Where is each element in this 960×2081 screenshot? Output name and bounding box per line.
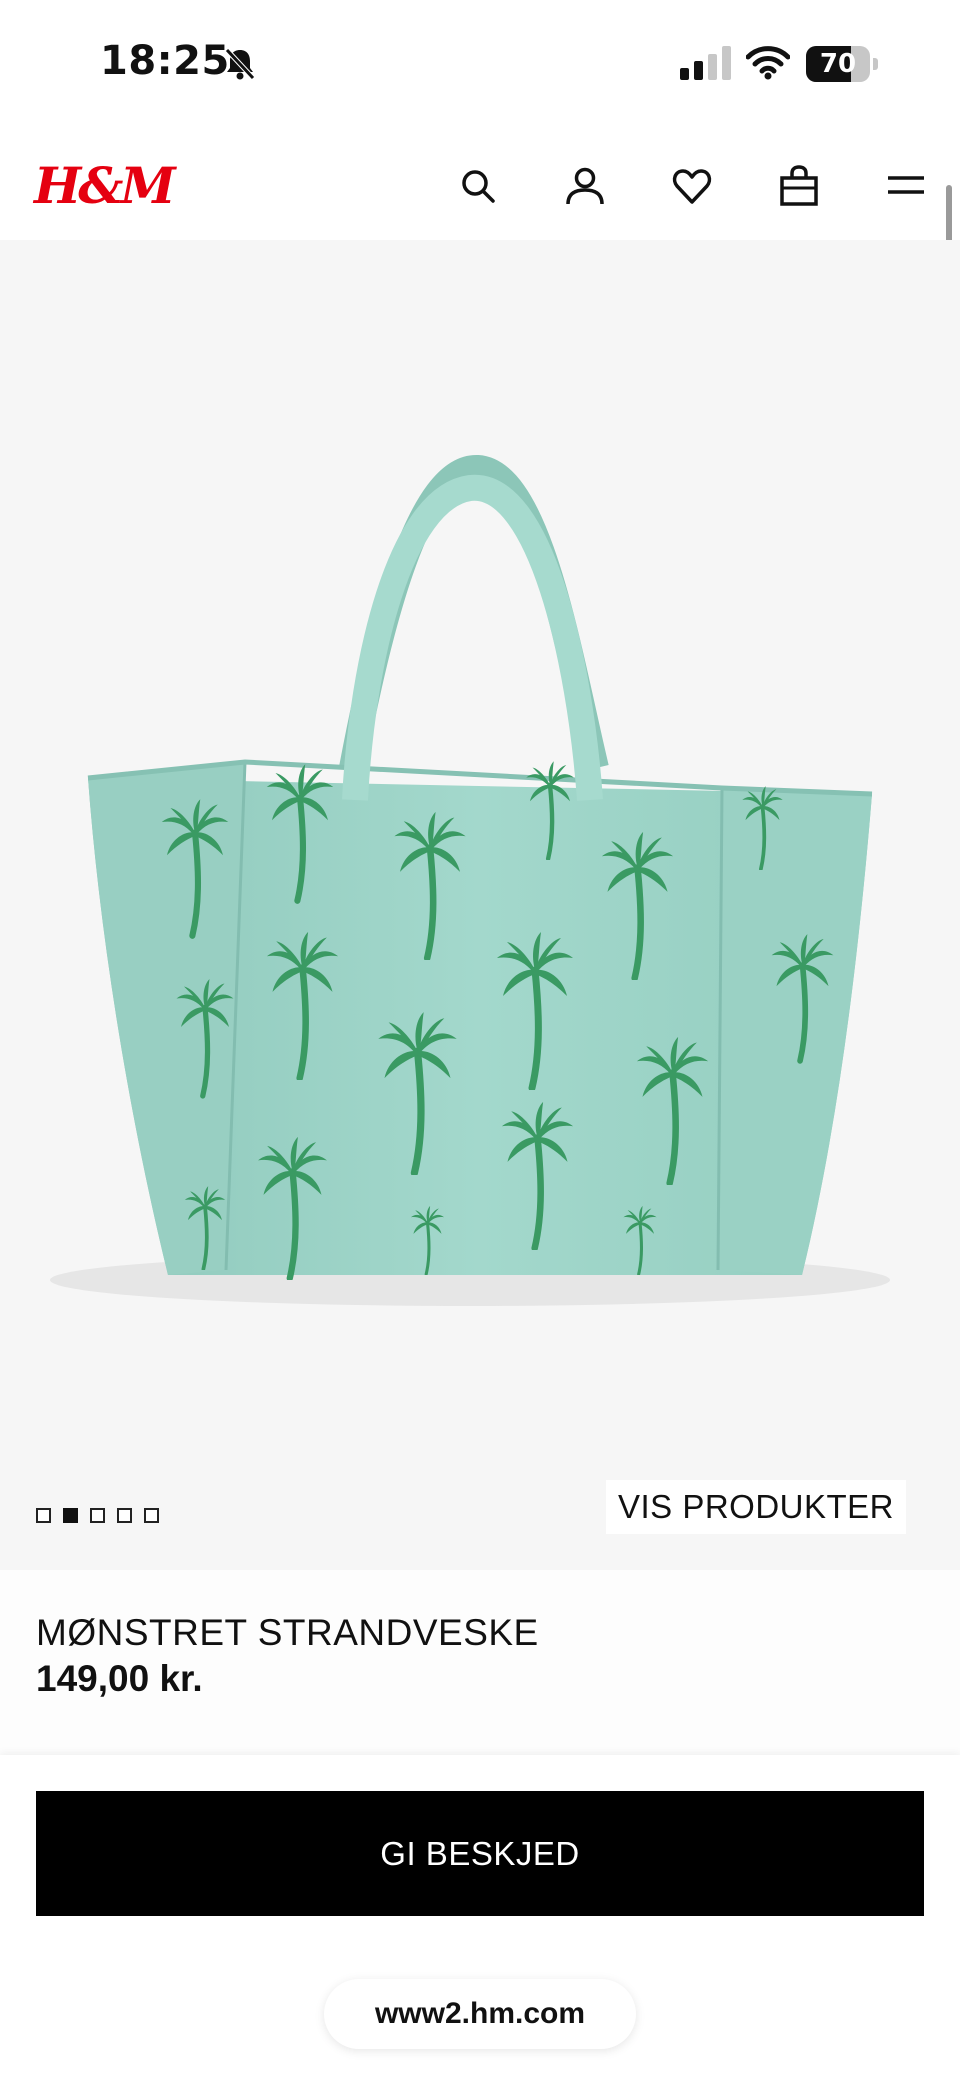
account-icon[interactable]: [563, 164, 607, 208]
gallery-dot[interactable]: [36, 1508, 51, 1523]
bag-icon[interactable]: [777, 164, 821, 208]
gallery-dot[interactable]: [90, 1508, 105, 1523]
gallery-dot-active[interactable]: [63, 1508, 78, 1523]
status-time: 18:25: [100, 38, 230, 84]
wifi-icon: [746, 46, 790, 80]
view-products-button[interactable]: VIS PRODUKTER: [606, 1480, 906, 1534]
gallery-pagination: [36, 1508, 159, 1523]
signal-icon: [680, 46, 731, 80]
bell-slash-icon: [225, 48, 255, 80]
sticky-action-bar: GI BESKJED www2.hm.com: [0, 1755, 960, 2081]
menu-icon[interactable]: [884, 164, 928, 208]
gallery-dot[interactable]: [144, 1508, 159, 1523]
status-bar: 18:25 70: [0, 0, 960, 130]
product-price: 149,00 kr.: [36, 1658, 203, 1699]
browser-url-bar[interactable]: www2.hm.com: [324, 1979, 636, 2049]
battery-percent: 70: [819, 49, 857, 79]
battery-icon: 70: [806, 46, 878, 82]
hm-logo[interactable]: H&M: [34, 156, 176, 215]
notify-me-button[interactable]: GI BESKJED: [36, 1791, 924, 1916]
product-name: MØNSTRET STRANDVESKE: [36, 1612, 539, 1653]
heart-icon[interactable]: [670, 164, 714, 208]
search-icon[interactable]: [456, 164, 500, 208]
product-image: [50, 455, 890, 1306]
site-header: H&M: [0, 130, 960, 240]
gallery-dot[interactable]: [117, 1508, 132, 1523]
product-image-gallery[interactable]: VIS PRODUKTER: [0, 240, 960, 1570]
product-info: MØNSTRET STRANDVESKE 149,00 kr.: [0, 1570, 960, 1755]
